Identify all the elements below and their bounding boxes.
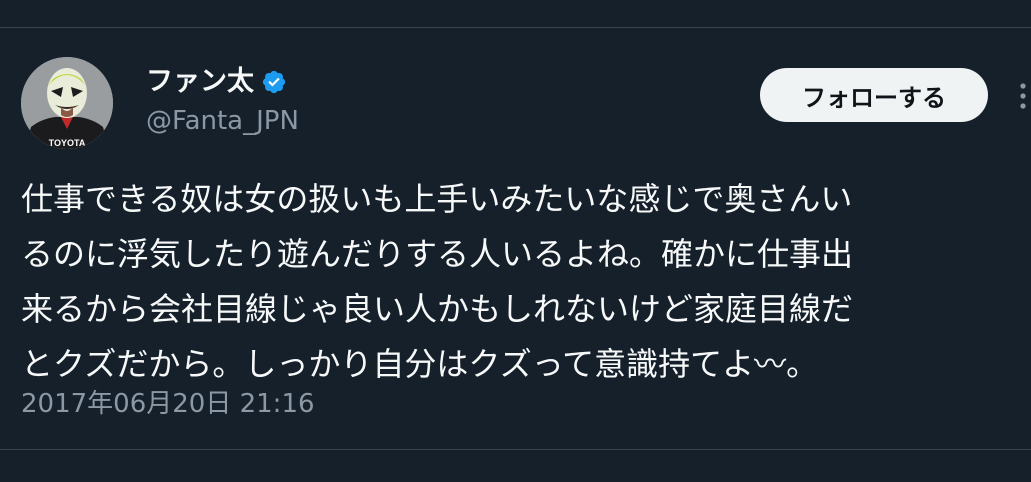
avatar-jersey-text: TOYOTA <box>49 138 86 148</box>
tweet-text: 仕事できる奴は女の扱いも上手いみたいな感じで奥さんい るのに浮気したり遊んだりす… <box>21 172 1011 392</box>
display-name[interactable]: ファン太 <box>146 64 254 100</box>
verified-badge-icon <box>262 70 286 94</box>
tweet-text-line: るのに浮気したり遊んだりする人いるよね。確かに仕事出 <box>21 235 854 273</box>
tweet-text-line: とクズだから。しっかり自分はクズって意識持てよ〰。 <box>21 345 819 383</box>
follow-button[interactable]: フォローする <box>760 68 988 122</box>
tweet-timestamp[interactable]: 2017年06月20日 21:16 <box>21 386 315 422</box>
tweet-text-line: 仕事できる奴は女の扱いも上手いみたいな感じで奥さんい <box>21 180 853 218</box>
avatar-image: TOYOTA <box>21 57 113 149</box>
tweet-text-line: 来るから会社目線じゃ良い人かもしれないけど家庭目線だ <box>21 290 854 328</box>
author-handle[interactable]: @Fanta_JPN <box>146 104 299 138</box>
avatar[interactable]: TOYOTA <box>21 57 113 149</box>
top-divider <box>0 27 1031 28</box>
author-name-row[interactable]: ファン太 <box>146 64 287 100</box>
bottom-divider <box>0 449 1031 450</box>
more-vertical-icon[interactable] <box>1018 80 1028 112</box>
